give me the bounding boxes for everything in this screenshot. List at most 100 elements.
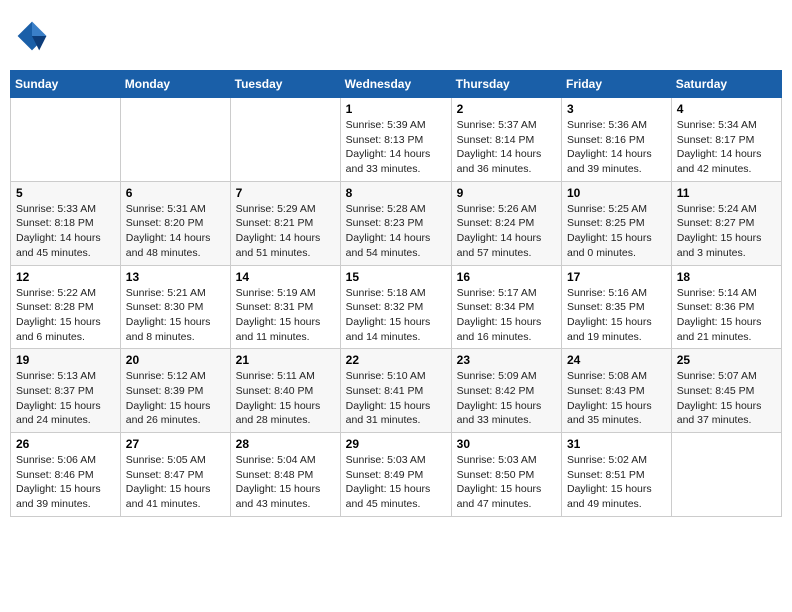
calendar-cell: 17Sunrise: 5:16 AM Sunset: 8:35 PM Dayli… [562, 265, 672, 349]
day-number: 5 [16, 186, 115, 200]
calendar-cell: 19 Sunrise: 5:13 AM Sunset: 8:37 PM Dayli… [11, 349, 121, 433]
day-number: 11 [677, 186, 776, 200]
day-number: 30 [457, 437, 556, 451]
calendar-cell: 18 Sunrise: 5:14 AM Sunset: 8:36 PM Dayli… [671, 265, 781, 349]
day-number: 31 [567, 437, 666, 451]
day-info: Sunrise: 5:26 AM Sunset: 8:24 PM Dayligh… [457, 202, 556, 261]
day-info: Sunrise: 5:17 AM Sunset: 8:34 PM Dayligh… [457, 286, 556, 345]
day-info: Sunrise: 5:12 AM Sunset: 8:39 PM Dayligh… [126, 369, 225, 428]
day-number: 25 [677, 353, 776, 367]
day-number: 23 [457, 353, 556, 367]
logo-icon [14, 18, 50, 54]
calendar-cell [11, 98, 121, 182]
day-info: Sunrise: 5:03 AM Sunset: 8:50 PM Dayligh… [457, 453, 556, 512]
calendar-cell: 26Sunrise: 5:06 AM Sunset: 8:46 PM Dayli… [11, 433, 121, 517]
day-number: 13 [126, 270, 225, 284]
calendar-header-row: SundayMondayTuesdayWednesdayThursdayFrid… [11, 71, 782, 98]
calendar-cell: 4 Sunrise: 5:34 AM Sunset: 8:17 PM Daylig… [671, 98, 781, 182]
day-info: Sunrise: 5:21 AM Sunset: 8:30 PM Dayligh… [126, 286, 225, 345]
day-header-saturday: Saturday [671, 71, 781, 98]
day-header-monday: Monday [120, 71, 230, 98]
calendar-body: 1 Sunrise: 5:39 AM Sunset: 8:13 PM Daylig… [11, 98, 782, 517]
day-info: Sunrise: 5:09 AM Sunset: 8:42 PM Dayligh… [457, 369, 556, 428]
calendar-cell: 5 Sunrise: 5:33 AM Sunset: 8:18 PM Daylig… [11, 181, 121, 265]
calendar-cell: 10 Sunrise: 5:25 AM Sunset: 8:25 PM Dayli… [562, 181, 672, 265]
day-header-sunday: Sunday [11, 71, 121, 98]
calendar-cell [230, 98, 340, 182]
day-info: Sunrise: 5:24 AM Sunset: 8:27 PM Dayligh… [677, 202, 776, 261]
day-info: Sunrise: 5:31 AM Sunset: 8:20 PM Dayligh… [126, 202, 225, 261]
day-info: Sunrise: 5:03 AM Sunset: 8:49 PM Dayligh… [346, 453, 446, 512]
day-number: 9 [457, 186, 556, 200]
day-info: Sunrise: 5:06 AM Sunset: 8:46 PM Dayligh… [16, 453, 115, 512]
day-info: Sunrise: 5:34 AM Sunset: 8:17 PM Dayligh… [677, 118, 776, 177]
calendar-cell: 28Sunrise: 5:04 AM Sunset: 8:48 PM Dayli… [230, 433, 340, 517]
calendar-week-row: 1 Sunrise: 5:39 AM Sunset: 8:13 PM Daylig… [11, 98, 782, 182]
day-number: 8 [346, 186, 446, 200]
day-number: 2 [457, 102, 556, 116]
day-info: Sunrise: 5:19 AM Sunset: 8:31 PM Dayligh… [236, 286, 335, 345]
day-info: Sunrise: 5:13 AM Sunset: 8:37 PM Dayligh… [16, 369, 115, 428]
calendar-cell: 25 Sunrise: 5:07 AM Sunset: 8:45 PM Dayli… [671, 349, 781, 433]
day-info: Sunrise: 5:29 AM Sunset: 8:21 PM Dayligh… [236, 202, 335, 261]
calendar-week-row: 5 Sunrise: 5:33 AM Sunset: 8:18 PM Daylig… [11, 181, 782, 265]
calendar-cell: 7 Sunrise: 5:29 AM Sunset: 8:21 PM Daylig… [230, 181, 340, 265]
day-number: 19 [16, 353, 115, 367]
day-info: Sunrise: 5:08 AM Sunset: 8:43 PM Dayligh… [567, 369, 666, 428]
day-number: 4 [677, 102, 776, 116]
day-header-friday: Friday [562, 71, 672, 98]
calendar-week-row: 19 Sunrise: 5:13 AM Sunset: 8:37 PM Dayli… [11, 349, 782, 433]
calendar-cell: 6 Sunrise: 5:31 AM Sunset: 8:20 PM Daylig… [120, 181, 230, 265]
calendar-week-row: 12Sunrise: 5:22 AM Sunset: 8:28 PM Dayli… [11, 265, 782, 349]
day-info: Sunrise: 5:02 AM Sunset: 8:51 PM Dayligh… [567, 453, 666, 512]
day-info: Sunrise: 5:10 AM Sunset: 8:41 PM Dayligh… [346, 369, 446, 428]
calendar-cell: 31 Sunrise: 5:02 AM Sunset: 8:51 PM Dayli… [562, 433, 672, 517]
calendar-cell: 2 Sunrise: 5:37 AM Sunset: 8:14 PM Daylig… [451, 98, 561, 182]
day-number: 7 [236, 186, 335, 200]
day-info: Sunrise: 5:07 AM Sunset: 8:45 PM Dayligh… [677, 369, 776, 428]
day-info: Sunrise: 5:36 AM Sunset: 8:16 PM Dayligh… [567, 118, 666, 177]
day-number: 16 [457, 270, 556, 284]
day-info: Sunrise: 5:14 AM Sunset: 8:36 PM Dayligh… [677, 286, 776, 345]
calendar-table: SundayMondayTuesdayWednesdayThursdayFrid… [10, 70, 782, 517]
calendar-cell: 24 Sunrise: 5:08 AM Sunset: 8:43 PM Dayli… [562, 349, 672, 433]
calendar-cell: 16 Sunrise: 5:17 AM Sunset: 8:34 PM Dayli… [451, 265, 561, 349]
logo [14, 18, 54, 54]
day-number: 14 [236, 270, 335, 284]
day-number: 3 [567, 102, 666, 116]
day-number: 27 [126, 437, 225, 451]
day-info: Sunrise: 5:25 AM Sunset: 8:25 PM Dayligh… [567, 202, 666, 261]
calendar-cell [671, 433, 781, 517]
calendar-cell: 8 Sunrise: 5:28 AM Sunset: 8:23 PM Daylig… [340, 181, 451, 265]
page-header [10, 10, 782, 62]
calendar-cell: 15 Sunrise: 5:18 AM Sunset: 8:32 PM Dayli… [340, 265, 451, 349]
day-number: 22 [346, 353, 446, 367]
calendar-cell: 23 Sunrise: 5:09 AM Sunset: 8:42 PM Dayli… [451, 349, 561, 433]
calendar-cell: 14 Sunrise: 5:19 AM Sunset: 8:31 PM Dayli… [230, 265, 340, 349]
day-number: 18 [677, 270, 776, 284]
day-info: Sunrise: 5:04 AM Sunset: 8:48 PM Dayligh… [236, 453, 335, 512]
day-number: 24 [567, 353, 666, 367]
day-info: Sunrise: 5:39 AM Sunset: 8:13 PM Dayligh… [346, 118, 446, 177]
day-number: 20 [126, 353, 225, 367]
day-number: 1 [346, 102, 446, 116]
day-number: 6 [126, 186, 225, 200]
calendar-cell: 21Sunrise: 5:11 AM Sunset: 8:40 PM Dayli… [230, 349, 340, 433]
day-number: 12 [16, 270, 115, 284]
day-info: Sunrise: 5:11 AM Sunset: 8:40 PM Dayligh… [236, 369, 335, 428]
day-number: 17 [567, 270, 666, 284]
calendar-cell: 3 Sunrise: 5:36 AM Sunset: 8:16 PM Daylig… [562, 98, 672, 182]
calendar-week-row: 26Sunrise: 5:06 AM Sunset: 8:46 PM Dayli… [11, 433, 782, 517]
calendar-cell: 1 Sunrise: 5:39 AM Sunset: 8:13 PM Daylig… [340, 98, 451, 182]
day-number: 10 [567, 186, 666, 200]
calendar-cell: 12Sunrise: 5:22 AM Sunset: 8:28 PM Dayli… [11, 265, 121, 349]
day-number: 15 [346, 270, 446, 284]
calendar-cell: 22 Sunrise: 5:10 AM Sunset: 8:41 PM Dayli… [340, 349, 451, 433]
day-info: Sunrise: 5:37 AM Sunset: 8:14 PM Dayligh… [457, 118, 556, 177]
day-info: Sunrise: 5:05 AM Sunset: 8:47 PM Dayligh… [126, 453, 225, 512]
calendar-cell: 27 Sunrise: 5:05 AM Sunset: 8:47 PM Dayli… [120, 433, 230, 517]
day-info: Sunrise: 5:28 AM Sunset: 8:23 PM Dayligh… [346, 202, 446, 261]
calendar-cell: 29Sunrise: 5:03 AM Sunset: 8:49 PM Dayli… [340, 433, 451, 517]
day-info: Sunrise: 5:33 AM Sunset: 8:18 PM Dayligh… [16, 202, 115, 261]
day-info: Sunrise: 5:18 AM Sunset: 8:32 PM Dayligh… [346, 286, 446, 345]
